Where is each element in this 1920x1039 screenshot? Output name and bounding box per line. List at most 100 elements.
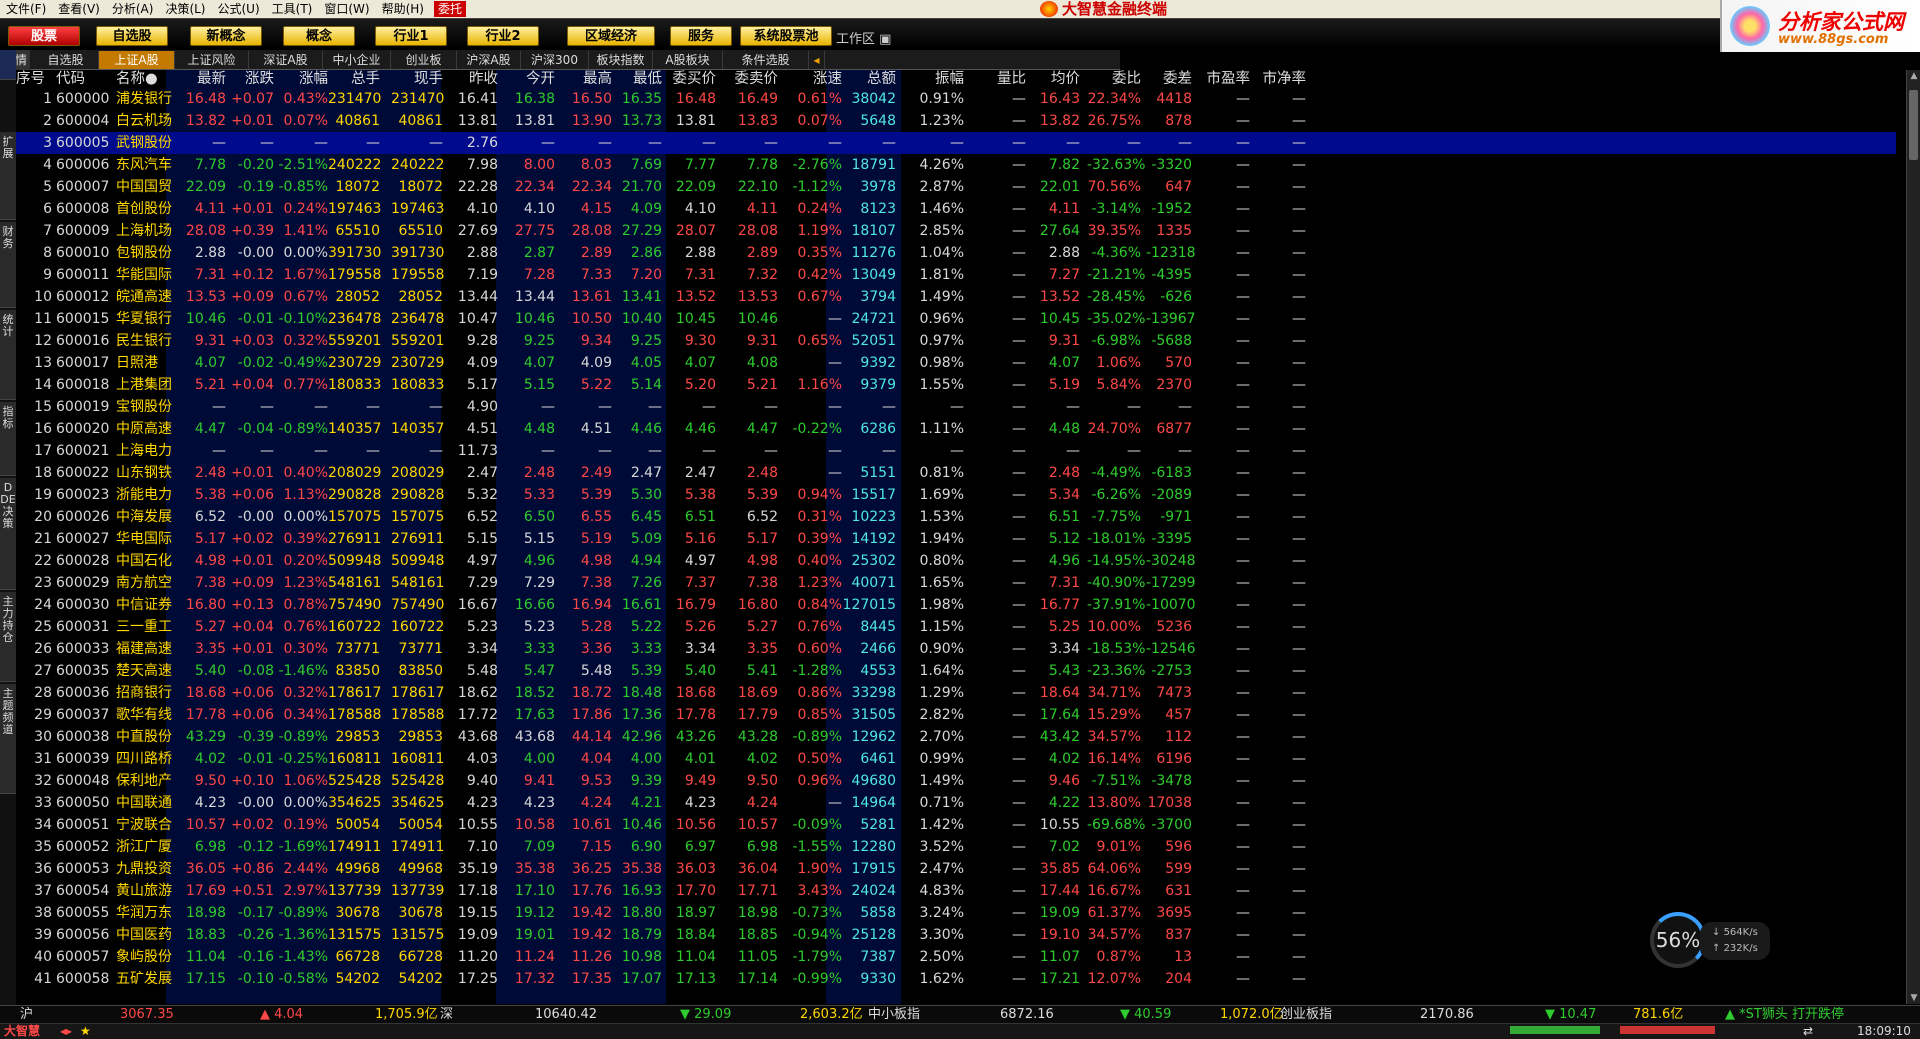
vertical-scrollbar[interactable]: ▲ ▼ [1906,70,1920,1004]
table-row[interactable]: 13 600017 日照港 4.07 -0.02 -0.49% 230729 230729 4.… [16,352,1896,374]
table-row[interactable]: 36 600053 九鼎投资 36.05 +0.86 2.44% 49968 49968 35.… [16,858,1896,880]
table-row[interactable]: 16 600020 中原高速 4.47 -0.04 -0.89% 140357 140357 4… [16,418,1896,440]
menu-trade-button[interactable]: 委托 [433,1,466,17]
toolbar-regional-button[interactable]: 区域经济 [567,26,655,46]
table-row[interactable]: 1 600000 浦发银行 16.48 +0.07 0.43% 231470 231470 16… [16,88,1896,110]
workarea-toggle-icon[interactable]: ▣ [879,32,891,47]
header-1[interactable]: 代码 [56,70,116,88]
header-2[interactable]: 名称● [116,70,174,88]
scroll-down-icon[interactable]: ▼ [1908,992,1920,1004]
workarea-label[interactable]: 工作区 ▣ [836,28,891,47]
sidebar-tab-2[interactable]: 统计 [0,310,16,400]
tab-1[interactable]: 上证A股 [99,51,175,69]
sz-label[interactable]: 深 [440,1006,453,1024]
table-row[interactable]: 27 600035 楚天高速 5.40 -0.08 -1.46% 83850 83850 5.4… [16,660,1896,682]
table-row[interactable]: 19 600023 浙能电力 5.38 +0.06 1.13% 290828 290828 5.… [16,484,1896,506]
table-row[interactable]: 30 600038 中直股份 43.29 -0.39 -0.89% 29853 29853 43… [16,726,1896,748]
table-row[interactable]: 8 600010 包钢股份 2.88 -0.00 0.00% 391730 391730 2.8… [16,242,1896,264]
tabs-scroll-left-icon[interactable]: ◂ [809,51,825,69]
table-row[interactable]: 41 600058 五矿发展 17.15 -0.10 -0.58% 54202 54202 17… [16,968,1896,990]
tab-6[interactable]: 沪深A股 [457,51,521,69]
menu-window[interactable]: 窗口(W) [318,0,375,18]
tab-7[interactable]: 沪深300 [521,51,589,69]
table-row[interactable]: 11 600015 华夏银行 10.46 -0.01 -0.10% 236478 236478… [16,308,1896,330]
table-row[interactable]: 21 600027 华电国际 5.17 +0.02 0.39% 276911 276911 5.… [16,528,1896,550]
table-row[interactable]: 14 600018 上港集团 5.21 +0.04 0.77% 180833 180833 5.… [16,374,1896,396]
tab-0[interactable]: 自选股 [33,51,99,69]
menu-help[interactable]: 帮助(H) [376,0,430,18]
menu-tools[interactable]: 工具(T) [266,0,319,18]
table-row[interactable]: 28 600036 招商银行 18.68 +0.06 0.32% 178617 178617 1… [16,682,1896,704]
connection-icon[interactable]: ⇄ [1803,1024,1813,1039]
scroll-up-icon[interactable]: ▲ [1908,70,1920,82]
table-row[interactable]: 31 600039 四川路桥 4.02 -0.01 -0.25% 160811 160811 4… [16,748,1896,770]
header-14[interactable]: 涨速 [788,70,842,88]
header-18[interactable]: 均价 [1032,70,1080,88]
table-row[interactable]: 20 600026 中海发展 6.52 -0.00 0.00% 157075 157075 6.… [16,506,1896,528]
table-row[interactable]: 7 600009 上海机场 28.08 +0.39 1.41% 65510 65510 27.6… [16,220,1896,242]
brand-label[interactable]: 大智慧 [4,1024,40,1039]
header-4[interactable]: 涨跌 [224,70,274,88]
sidebar-tab-1[interactable]: 财务 [0,222,16,308]
toolbar-industry2-button[interactable]: 行业2 [467,26,539,46]
header-0[interactable]: 序号 [16,70,52,88]
header-10[interactable]: 最高 [564,70,612,88]
header-7[interactable]: 现手 [391,70,443,88]
table-row[interactable]: 17 600021 上海电力 — — — — — 11.73 — — — — — — — — — — — — — — [16,440,1896,462]
header-9[interactable]: 今开 [507,70,555,88]
table-row[interactable]: 12 600016 民生银行 9.31 +0.03 0.32% 559201 559201 9.… [16,330,1896,352]
table-row[interactable]: 34 600051 宁波联合 10.57 +0.02 0.19% 50054 50054 10.… [16,814,1896,836]
toolbar-favorites-button[interactable]: 自选股 [96,26,168,46]
news-ticker[interactable]: ▲ *ST狮头 打开跌停 [1725,1006,1844,1024]
table-row[interactable]: 24 600030 中信证券 16.80 +0.13 0.78% 757490 757490 1… [16,594,1896,616]
toolbar-service-button[interactable]: 服务 [670,26,732,46]
table-row[interactable]: 35 600052 浙江广厦 6.98 -0.12 -1.69% 174911 174911 7… [16,836,1896,858]
header-3[interactable]: 最新 [174,70,226,88]
toolbar-stocks-button[interactable]: 股票 [8,26,80,46]
sidebar-tab-3[interactable]: 指标 [0,402,16,476]
menu-formula[interactable]: 公式(U) [212,0,266,18]
header-8[interactable]: 昨收 [450,70,498,88]
header-21[interactable]: 市盈率 [1198,70,1251,88]
table-row[interactable]: 2 600004 白云机场 13.82 +0.01 0.07% 40861 40861 13.8… [16,110,1896,132]
table-row[interactable]: 3 600005 武钢股份 — — — — — 2.76 — — — — — — — — — — — — — — [16,132,1896,154]
header-17[interactable]: 量比 [970,70,1026,88]
header-11[interactable]: 最低 [614,70,662,88]
cy-label[interactable]: 创业板指 [1280,1006,1332,1024]
sidebar-tab-5[interactable]: 主力持仓 [0,592,16,682]
header-16[interactable]: 振幅 [904,70,964,88]
toolbar-concept-button[interactable]: 概念 [283,26,355,46]
menu-analysis[interactable]: 分析(A) [106,0,160,18]
menu-decision[interactable]: 决策(L) [159,0,211,18]
table-row[interactable]: 40 600057 象屿股份 11.04 -0.16 -1.43% 66728 66728 11… [16,946,1896,968]
tab-4[interactable]: 中小企业 [323,51,391,69]
header-6[interactable]: 总手 [328,70,380,88]
header-20[interactable]: 委差 [1146,70,1192,88]
header-12[interactable]: 委买价 [666,70,717,88]
table-row[interactable]: 22 600028 中国石化 4.98 +0.01 0.20% 509948 509948 4.… [16,550,1896,572]
table-row[interactable]: 37 600054 黄山旅游 17.69 +0.51 2.97% 137739 137739 1… [16,880,1896,902]
table-row[interactable]: 6 600008 首创股份 4.11 +0.01 0.24% 197463 197463 4.1… [16,198,1896,220]
table-row[interactable]: 32 600048 保利地产 9.50 +0.10 1.06% 525428 525428 9.… [16,770,1896,792]
tab-3[interactable]: 深证A股 [249,51,323,69]
table-row[interactable]: 10 600012 皖通高速 13.53 +0.09 0.67% 28052 28052 13.… [16,286,1896,308]
table-row[interactable]: 25 600031 三一重工 5.27 +0.04 0.76% 160722 160722 5.… [16,616,1896,638]
table-row[interactable]: 5 600007 中国国贸 22.09 -0.19 -0.85% 18072 18072 22.… [16,176,1896,198]
tab-5[interactable]: 创业板 [391,51,457,69]
sidebar-tab-0[interactable]: 扩展 [0,132,16,220]
toolbar-stock-pool-button[interactable]: 系统股票池 [740,26,832,46]
header-13[interactable]: 委卖价 [726,70,779,88]
table-row[interactable]: 38 600055 华润万东 18.98 -0.17 -0.89% 30678 30678 19… [16,902,1896,924]
toolbar-industry1-button[interactable]: 行业1 [375,26,447,46]
table-row[interactable]: 33 600050 中国联通 4.23 -0.00 0.00% 354625 354625 4.… [16,792,1896,814]
table-row[interactable]: 23 600029 南方航空 7.38 +0.09 1.23% 548161 548161 7.… [16,572,1896,594]
sidebar-tab-6[interactable]: 主题频道 [0,684,16,794]
tab-8[interactable]: 板块指数 [589,51,653,69]
header-5[interactable]: 涨幅 [274,70,328,88]
favorite-star-icon[interactable]: ★ [80,1024,91,1039]
menu-file[interactable]: 文件(F) [0,0,52,18]
table-row[interactable]: 26 600033 福建高速 3.35 +0.01 0.30% 73771 73771 3.34… [16,638,1896,660]
sh-label[interactable]: 沪 [20,1006,33,1024]
network-speed-widget[interactable]: 56% ↓ 564K/s ↑ 232K/s [1650,912,1770,972]
table-row[interactable]: 18 600022 山东钢铁 2.48 +0.01 0.40% 208029 208029 2.… [16,462,1896,484]
